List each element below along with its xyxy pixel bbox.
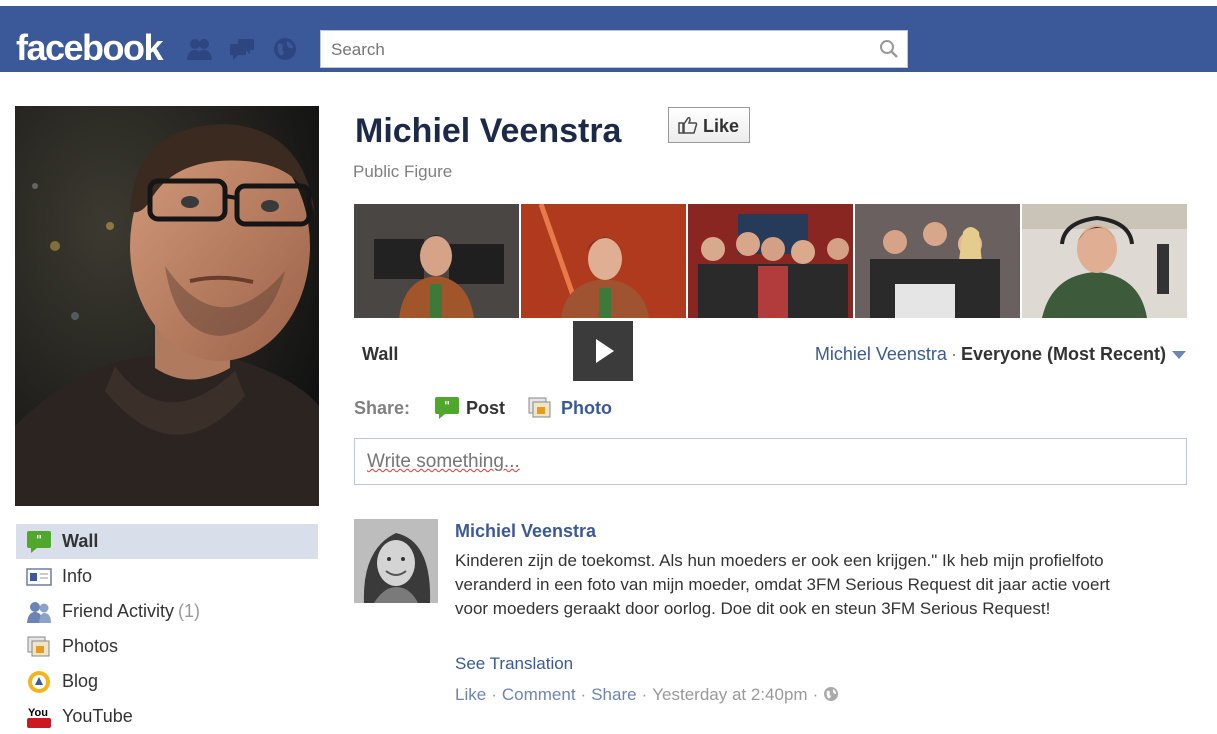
main-column: Michiel Veenstra Like Public Figure Wall… xyxy=(320,72,1217,718)
profile-name: Michiel Veenstra xyxy=(355,112,622,150)
photos-icon xyxy=(27,636,50,657)
separator: · xyxy=(641,685,648,704)
thumbs-up-icon xyxy=(678,117,698,134)
profile-category: Public Figure xyxy=(353,162,453,181)
strip-photo[interactable] xyxy=(354,204,519,318)
search-input[interactable] xyxy=(329,32,863,68)
share-link[interactable]: Share xyxy=(591,685,636,704)
share-label: Share: xyxy=(354,398,411,418)
filter-value[interactable]: Everyone (Most Recent) xyxy=(961,344,1166,364)
strip-photo[interactable] xyxy=(1022,204,1187,318)
photo-icon xyxy=(528,397,551,418)
sidebar-item-wall[interactable]: " Wall xyxy=(16,524,318,559)
info-icon xyxy=(26,568,52,586)
svg-text:You: You xyxy=(28,707,48,719)
play-icon xyxy=(596,339,614,363)
story-actions: Like · Comment · Share · Yesterday at 2:40pm · xyxy=(455,685,839,705)
post-label: Post xyxy=(466,398,506,418)
post-icon: " xyxy=(435,397,459,419)
svg-text:": " xyxy=(36,533,42,547)
sidebar-item-friend-activity[interactable]: Friend Activity (1) xyxy=(16,594,318,629)
strip-photo[interactable] xyxy=(855,204,1020,318)
sidebar-item-photos[interactable]: Photos xyxy=(16,629,318,664)
filter-separator: · xyxy=(950,344,957,364)
wall-filter[interactable]: Michiel Veenstra · Everyone (Most Recent) xyxy=(815,344,1186,365)
sidebar-nav: " Wall Info Friend Activity (1) Photos B… xyxy=(16,524,318,734)
like-link[interactable]: Like xyxy=(455,685,486,704)
sidebar-item-label: Photos xyxy=(62,636,119,656)
story-message: Kinderen zijn de toekomst. Als hun moede… xyxy=(455,551,1110,618)
filter-name-link[interactable]: Michiel Veenstra xyxy=(815,344,947,364)
strip-photo[interactable] xyxy=(688,204,853,318)
photo-label: Photo xyxy=(561,398,612,418)
messages-icon[interactable] xyxy=(228,36,256,62)
notifications-icon[interactable] xyxy=(271,36,299,62)
comment-link[interactable]: Comment xyxy=(502,685,576,704)
share-bar: Share: " Post Photo xyxy=(354,397,612,419)
friend-activity-count: (1) xyxy=(178,601,201,621)
write-something-input[interactable] xyxy=(365,440,1169,484)
sidebar-item-label: Info xyxy=(62,566,93,586)
separator: · xyxy=(491,685,497,704)
search-box[interactable] xyxy=(320,30,908,68)
left-column: " Wall Info Friend Activity (1) Photos B… xyxy=(0,72,320,728)
photo-strip xyxy=(354,204,1189,318)
separator: · xyxy=(580,685,587,704)
story-timestamp[interactable]: Yesterday at 2:40pm xyxy=(652,685,807,704)
friends-icon xyxy=(27,602,51,623)
wall-heading: Wall xyxy=(362,344,399,364)
story-author-link[interactable]: Michiel Veenstra xyxy=(455,521,596,542)
sidebar-item-label: Friend Activity xyxy=(62,601,175,621)
youtube-icon: You xyxy=(27,707,51,728)
strip-photo[interactable] xyxy=(521,204,686,318)
avatar[interactable] xyxy=(354,519,438,603)
search-icon[interactable] xyxy=(879,39,899,59)
globe-icon xyxy=(824,687,839,701)
sidebar-item-info[interactable]: Info xyxy=(16,559,318,594)
like-page-button[interactable]: Like xyxy=(668,107,751,143)
wall-icon: " xyxy=(27,531,51,553)
top-bar: facebook xyxy=(0,0,1217,73)
sidebar-item-youtube[interactable]: You YouTube xyxy=(16,699,318,734)
share-photo-option[interactable]: Photo xyxy=(527,397,612,419)
friend-requests-icon[interactable] xyxy=(185,36,213,62)
play-video-button[interactable] xyxy=(573,321,633,381)
sidebar-item-label: YouTube xyxy=(62,706,133,726)
sidebar-item-label: Blog xyxy=(62,671,99,691)
profile-picture[interactable] xyxy=(15,106,319,506)
facebook-logo[interactable]: facebook xyxy=(16,26,164,70)
sidebar-item-blog[interactable]: Blog xyxy=(16,664,318,699)
chevron-down-icon[interactable] xyxy=(1172,351,1186,360)
like-label: Like xyxy=(703,116,740,136)
blog-icon xyxy=(28,671,50,693)
sidebar-item-label: Wall xyxy=(62,531,99,551)
separator: · xyxy=(812,685,819,704)
status-composer[interactable] xyxy=(354,438,1187,485)
share-post-option[interactable]: " Post xyxy=(434,397,506,419)
blue-header: facebook xyxy=(0,6,1217,73)
see-translation-link[interactable]: See Translation xyxy=(455,654,573,674)
svg-text:": " xyxy=(444,399,450,413)
